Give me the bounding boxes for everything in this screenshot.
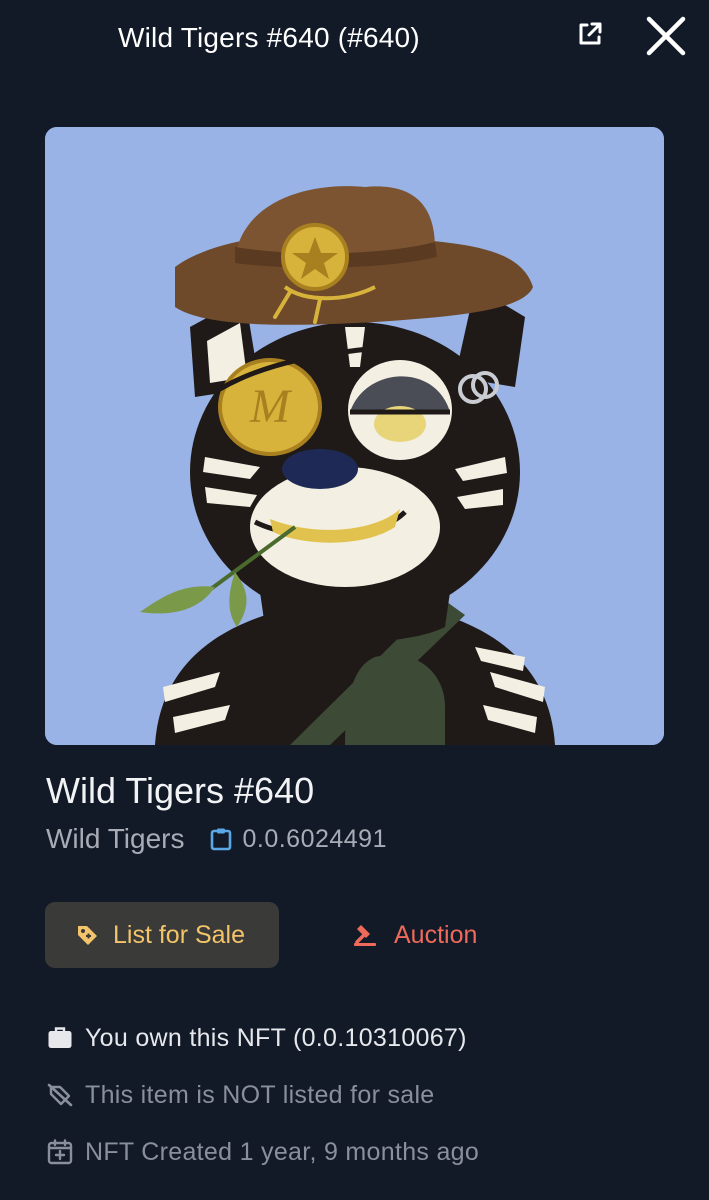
close-button[interactable] (638, 8, 694, 64)
nft-image: M (45, 127, 664, 745)
auction-label: Auction (394, 920, 478, 949)
external-link-icon (579, 22, 602, 45)
tag-off-icon (47, 1083, 73, 1107)
auction-button[interactable]: Auction (352, 902, 477, 968)
page-title: Wild Tigers #640 (#640) (118, 22, 420, 53)
close-icon (646, 16, 686, 56)
collection-link[interactable]: Wild Tigers (46, 823, 184, 855)
header: Wild Tigers #640 (#640) (0, 0, 709, 80)
calendar-plus-icon (47, 1139, 73, 1165)
tiger-illustration: M (45, 127, 664, 745)
svg-text:M: M (249, 380, 293, 433)
created-text: NFT Created 1 year, 9 months ago (85, 1137, 480, 1166)
listing-status-text: This item is NOT listed for sale (85, 1080, 435, 1109)
clipboard-icon (211, 828, 232, 851)
external-link-button[interactable] (570, 14, 610, 54)
ownership-text: You own this NFT (0.0.10310067) (85, 1023, 467, 1052)
tag-icon (78, 926, 97, 945)
created-row: NFT Created 1 year, 9 months ago (47, 1135, 479, 1169)
nft-subline: Wild Tigers 0.0.6024491 (46, 822, 387, 856)
list-for-sale-label: List for Sale (113, 920, 246, 949)
token-id: 0.0.6024491 (242, 824, 387, 853)
gavel-icon (354, 925, 376, 946)
list-for-sale-button[interactable]: List for Sale (45, 902, 279, 968)
listing-status-row: This item is NOT listed for sale (47, 1078, 435, 1112)
nft-name: Wild Tigers #640 (46, 770, 315, 811)
briefcase-icon (48, 1027, 72, 1048)
ownership-row: You own this NFT (0.0.10310067) (47, 1021, 467, 1055)
copy-token-id-button[interactable]: 0.0.6024491 (210, 825, 387, 854)
